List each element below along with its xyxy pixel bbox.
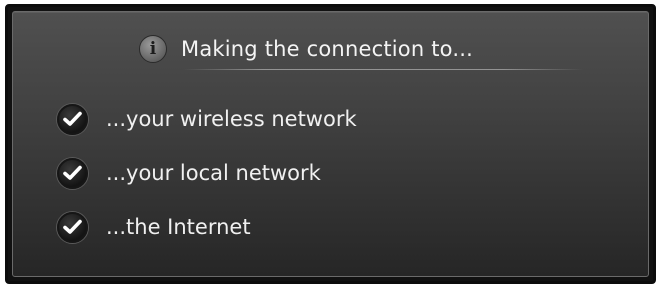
connection-dialog: i Making the connection to... ...your wi… xyxy=(12,11,649,277)
header-divider xyxy=(183,69,583,70)
status-item-local-network: ...your local network xyxy=(57,156,321,190)
check-mark-glyph xyxy=(63,219,82,234)
check-mark-glyph xyxy=(63,111,82,126)
check-icon xyxy=(57,157,88,189)
dialog-title: Making the connection to... xyxy=(181,37,473,61)
check-icon xyxy=(57,211,88,243)
status-item-label: ...your wireless network xyxy=(106,107,357,131)
connection-dialog-frame: i Making the connection to... ...your wi… xyxy=(5,4,656,284)
status-item-internet: ...the Internet xyxy=(57,210,251,244)
info-glyph: i xyxy=(149,38,157,59)
check-icon xyxy=(57,103,88,135)
info-icon: i xyxy=(139,35,167,63)
status-item-label: ...the Internet xyxy=(106,215,251,239)
status-item-wireless-network: ...your wireless network xyxy=(57,102,357,136)
status-item-label: ...your local network xyxy=(106,161,321,185)
dialog-header: i Making the connection to... xyxy=(139,34,473,64)
check-mark-glyph xyxy=(63,165,82,180)
